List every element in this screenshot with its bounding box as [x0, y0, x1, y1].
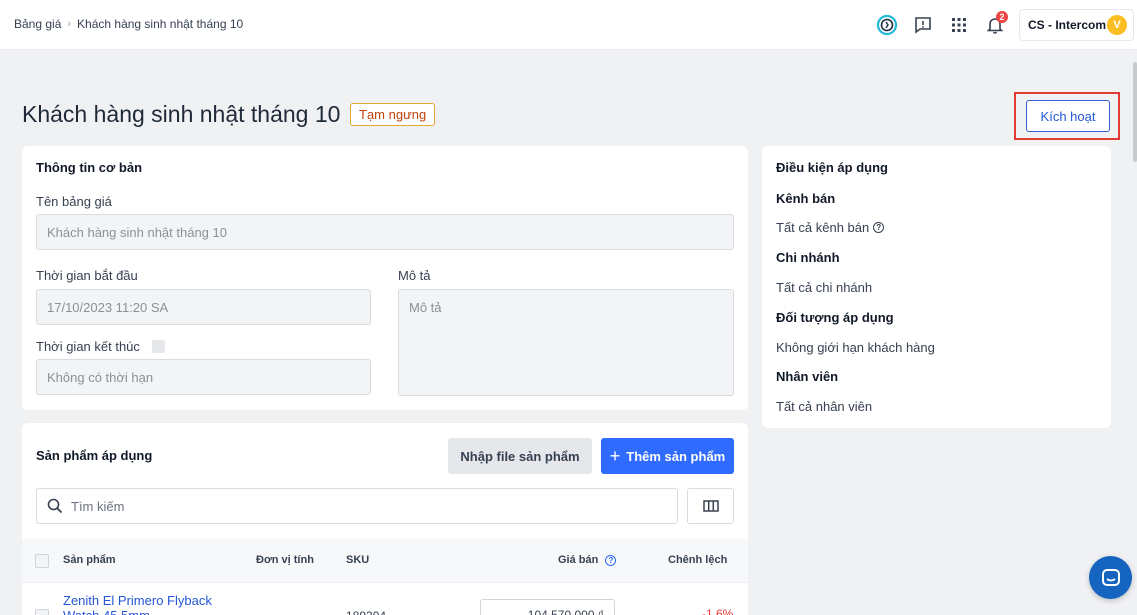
- end-time-field[interactable]: Không có thời hạn: [36, 359, 371, 395]
- column-price: Giá bán ?: [558, 554, 617, 566]
- branch-label: Chi nhánh: [776, 250, 840, 265]
- conditions-card: Điều kiện áp dụng Kênh bán Tất cả kênh b…: [762, 146, 1111, 428]
- sales-channel-value: Tất cả kênh bán ?: [776, 220, 885, 235]
- product-name-link[interactable]: Zenith El Primero Flyback Watch 45.5mm: [63, 593, 233, 615]
- sales-channel-text: Tất cả kênh bán: [776, 220, 870, 235]
- price-help-icon[interactable]: ?: [605, 555, 617, 566]
- price-list-name-label: Tên bảng giá: [36, 194, 112, 209]
- account-name: CS - Intercom: [1028, 18, 1107, 32]
- page-title: Khách hàng sinh nhật tháng 10: [22, 101, 341, 127]
- start-time-field[interactable]: 17/10/2023 11:20 SA: [36, 289, 371, 325]
- apps-grid-icon[interactable]: [941, 8, 977, 42]
- breadcrumb-parent[interactable]: Bảng giá: [14, 17, 61, 31]
- columns-icon: [702, 500, 719, 512]
- activate-button[interactable]: Kích hoạt: [1026, 100, 1110, 132]
- import-products-button[interactable]: Nhập file sản phẩm: [448, 438, 592, 474]
- staff-label: Nhân viên: [776, 369, 839, 384]
- target-audience-value: Không giới hạn khách hàng: [776, 340, 935, 355]
- column-price-label: Giá bán: [558, 554, 599, 566]
- notification-badge: 2: [996, 11, 1008, 23]
- search-icon: [47, 498, 63, 514]
- row-checkbox[interactable]: [35, 609, 49, 615]
- table-header: Sản phẩm Đơn vị tính SKU Giá bán ? Chênh…: [22, 539, 748, 583]
- branch-value: Tất cả chi nhánh: [776, 280, 873, 295]
- description-label: Mô tả: [398, 268, 431, 283]
- column-difference: Chênh lệch: [668, 554, 728, 566]
- price-difference: -1.6%: [702, 607, 734, 615]
- top-bar: Bảng giá › Khách hàng sinh nhật tháng 10: [0, 0, 1137, 50]
- column-product: Sản phẩm: [63, 554, 116, 566]
- price-input[interactable]: 104.570.000 ₫: [480, 599, 615, 615]
- products-title: Sản phẩm áp dụng: [36, 448, 153, 463]
- page-scrollbar[interactable]: [1133, 62, 1137, 162]
- help-icon[interactable]: ?: [873, 222, 885, 233]
- sync-icon[interactable]: [869, 8, 905, 42]
- activate-highlight: Kích hoạt: [1014, 92, 1120, 140]
- product-sku: 189304: [346, 609, 386, 615]
- column-unit: Đơn vị tính: [256, 554, 314, 566]
- avatar: V: [1107, 15, 1127, 35]
- staff-value: Tất cả nhân viên: [776, 399, 873, 414]
- add-product-button[interactable]: + Thêm sản phẩm: [601, 438, 734, 474]
- target-audience-label: Đối tượng áp dụng: [776, 310, 894, 325]
- price-list-name-field[interactable]: Khách hàng sinh nhật tháng 10: [36, 214, 734, 250]
- status-badge: Tạm ngưng: [350, 103, 436, 126]
- top-actions: 2 CS - Intercom V: [869, 8, 1137, 42]
- products-card: Sản phẩm áp dụng Nhập file sản phẩm + Th…: [22, 423, 748, 615]
- breadcrumb-separator-icon: ›: [67, 18, 72, 30]
- conditions-title: Điều kiện áp dụng: [776, 160, 888, 175]
- breadcrumb: Bảng giá › Khách hàng sinh nhật tháng 10: [14, 17, 243, 31]
- basic-info-title: Thông tin cơ bản: [36, 160, 143, 175]
- description-textarea[interactable]: Mô tả: [398, 289, 734, 396]
- chat-icon: [1101, 568, 1120, 586]
- sales-channel-label: Kênh bán: [776, 191, 836, 206]
- add-product-label: Thêm sản phẩm: [626, 448, 726, 464]
- column-settings-button[interactable]: [687, 488, 734, 524]
- feedback-icon[interactable]: [905, 8, 941, 42]
- notification-bell-icon[interactable]: 2: [977, 8, 1013, 42]
- account-menu[interactable]: CS - Intercom V: [1019, 9, 1134, 41]
- basic-info-card: Thông tin cơ bản Tên bảng giá Khách hàng…: [22, 146, 748, 410]
- column-sku: SKU: [346, 554, 370, 566]
- select-all-checkbox[interactable]: [35, 554, 49, 568]
- chat-launcher-button[interactable]: [1089, 556, 1132, 599]
- end-time-label: Thời gian kết thúc: [36, 339, 140, 354]
- search-input[interactable]: [71, 498, 631, 514]
- breadcrumb-current: Khách hàng sinh nhật tháng 10: [77, 17, 244, 31]
- end-time-checkbox[interactable]: [152, 340, 165, 353]
- plus-icon: +: [609, 446, 621, 466]
- start-time-label: Thời gian bắt đầu: [36, 268, 138, 283]
- product-search[interactable]: [36, 488, 678, 524]
